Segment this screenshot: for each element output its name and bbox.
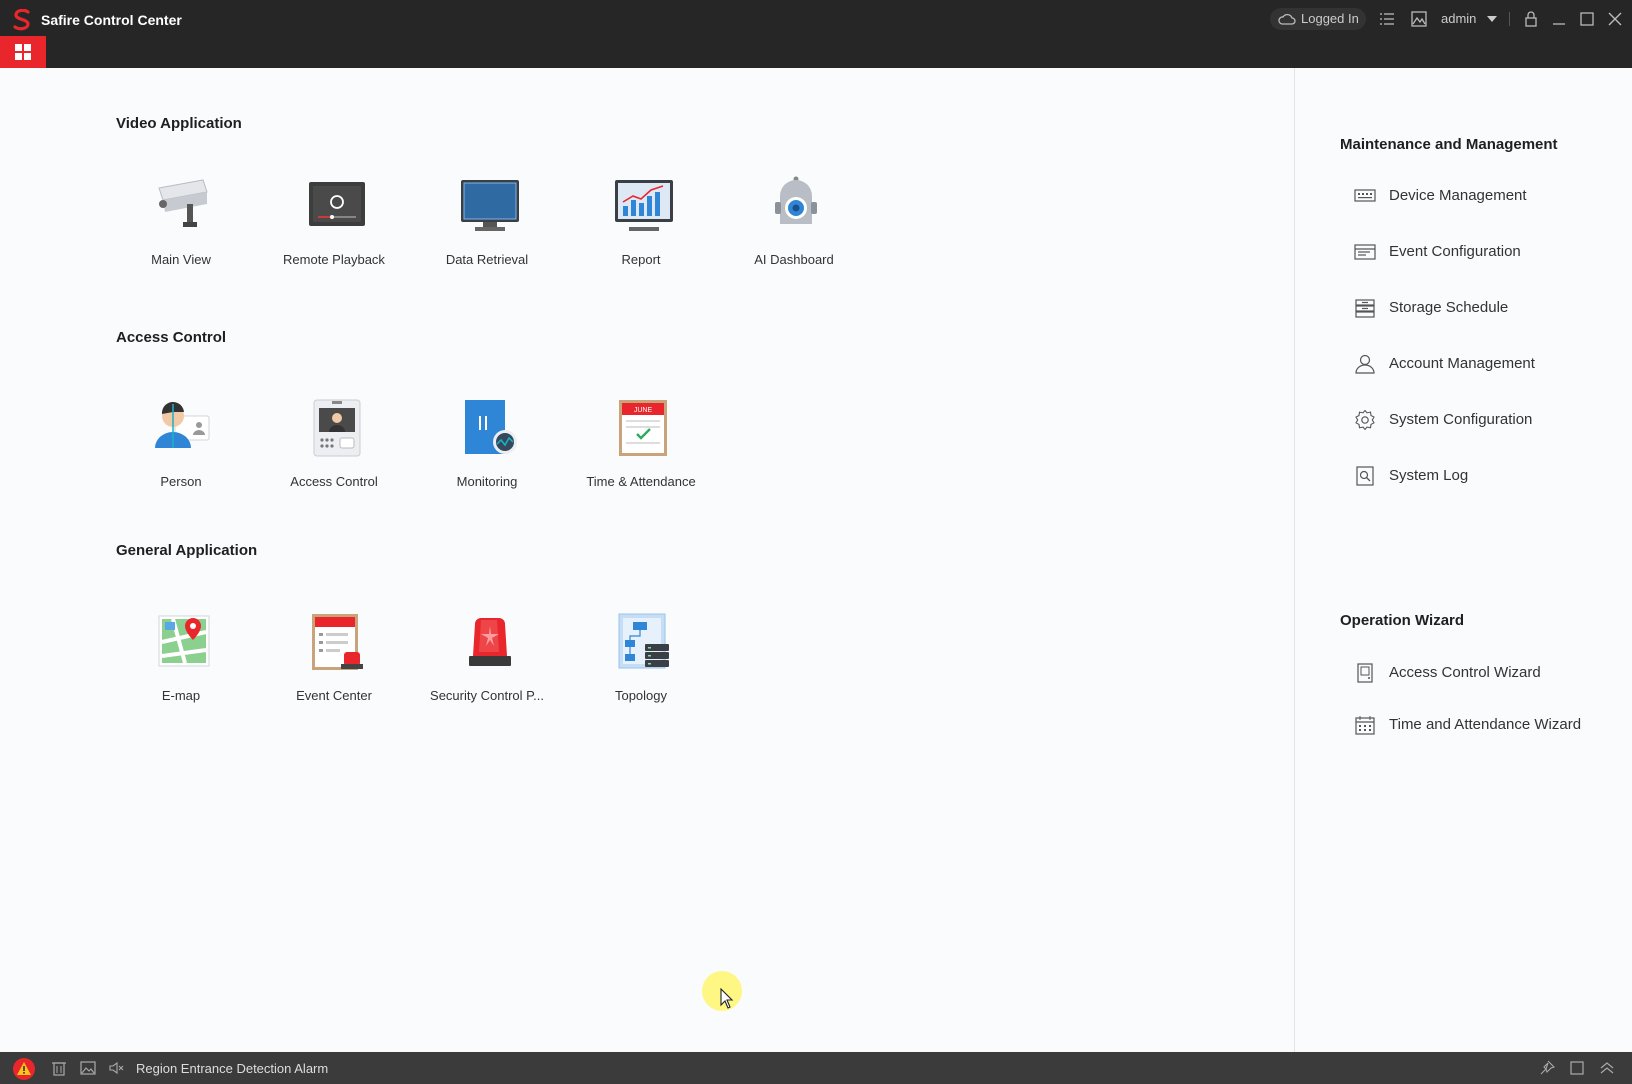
rp-event-configuration[interactable]: Event Configuration [1354,241,1624,263]
app-logo-icon [13,9,30,31]
mute-icon[interactable] [108,1060,126,1076]
section-title-video: Video Application [116,115,242,132]
calendar-icon: JUNE [619,400,667,456]
app-title: Safire Control Center [41,12,182,28]
person-icon [155,401,210,448]
tile-monitoring[interactable]: Monitoring [417,398,557,508]
rp-system-configuration[interactable]: System Configuration [1354,409,1624,431]
section-title-general: General Application [116,542,258,559]
section-title-access: Access Control [116,329,227,346]
tile-label: Person [160,474,202,489]
tile-report[interactable]: Report [571,176,711,286]
rp-access-control-wizard[interactable]: Access Control Wizard [1354,662,1624,684]
topology-icon [618,613,669,669]
tile-topology[interactable]: Topology [571,612,711,722]
rp-label: Device Management [1389,187,1527,204]
rp-label: Event Configuration [1389,243,1521,260]
mouse-cursor-icon [720,988,734,1009]
wizard-title: Operation Wizard [1340,612,1465,629]
tile-label: E-map [161,688,201,703]
tile-e-map[interactable]: E-map [111,612,251,722]
home-tab[interactable] [0,36,46,68]
grid-icon [15,44,31,60]
playback-icon [309,182,365,226]
minimize-icon[interactable] [1550,10,1568,28]
tile-time-attendance[interactable]: JUNE Time & Attendance [571,398,711,508]
rp-system-log[interactable]: System Log [1354,465,1624,487]
rp-label: Access Control Wizard [1389,664,1541,681]
tile-label: Topology [614,688,668,703]
alarm-siren-icon [469,618,511,666]
tile-event-center[interactable]: Event Center [264,612,404,722]
tile-label: Report [621,252,661,267]
storage-icon [1355,299,1375,318]
rp-device-management[interactable]: Device Management [1354,185,1624,207]
rp-time-attendance-wizard[interactable]: Time and Attendance Wizard [1354,714,1624,736]
tile-access-control[interactable]: Access Control [264,398,404,508]
device-icon [1354,189,1376,202]
monitor-icon [461,180,519,231]
rp-account-management[interactable]: Account Management [1354,353,1624,375]
image-icon[interactable] [79,1060,97,1076]
report-chart-icon [615,180,673,231]
door-icon [1357,663,1373,683]
event-list-icon [312,614,363,670]
cloud-icon [1278,13,1296,25]
gear-icon [1355,410,1375,430]
tile-label: Data Retrieval [445,252,529,267]
divider [1509,12,1510,26]
title-bar: Safire Control Center Logged In admin [0,0,1632,68]
tile-main-view[interactable]: Main View [111,176,251,286]
window-icon[interactable] [1568,1060,1586,1076]
tile-label: Access Control [290,474,378,489]
camera-icon [158,179,208,227]
pin-icon[interactable] [1538,1060,1556,1076]
rp-label: System Configuration [1389,411,1533,428]
tile-label: Security Control P... [430,688,544,703]
account-icon [1355,354,1375,374]
tile-security-control-panel[interactable]: Security Control P... [417,612,557,722]
tile-remote-playback[interactable]: Remote Playback [264,176,404,286]
rp-label: Account Management [1389,355,1535,372]
rp-label: System Log [1389,467,1469,484]
map-icon [158,615,210,667]
login-status[interactable]: Logged In [1270,8,1366,30]
tile-data-retrieval[interactable]: Data Retrieval [417,176,557,286]
login-status-text: Logged In [1301,11,1359,26]
tile-label: AI Dashboard [754,252,834,267]
user-menu[interactable]: admin [1441,11,1476,27]
tile-label: Main View [151,252,211,267]
maintenance-title: Maintenance and Management [1340,136,1558,153]
rp-label: Time and Attendance Wizard [1389,716,1582,733]
chevron-down-icon[interactable] [1487,16,1497,22]
trash-icon[interactable] [50,1060,68,1076]
calendar-month: JUNE [634,407,653,414]
main-area: Video Application Main View Remote Playb… [0,68,1294,1052]
robot-icon [775,176,817,224]
rp-storage-schedule[interactable]: Storage Schedule [1354,297,1624,319]
expand-up-icon[interactable] [1598,1060,1616,1076]
task-list-icon[interactable] [1378,10,1396,28]
tile-label: Monitoring [456,474,518,489]
alarm-message[interactable]: Region Entrance Detection Alarm [136,1061,328,1076]
intercom-icon [313,399,361,457]
tile-label: Time & Attendance [586,474,696,489]
tile-label: Event Center [296,688,372,703]
maximize-icon[interactable] [1578,10,1596,28]
picture-icon[interactable] [1410,10,1428,28]
close-icon[interactable] [1606,10,1624,28]
rp-label: Storage Schedule [1389,299,1509,316]
lock-icon[interactable] [1522,10,1540,28]
tile-label: Remote Playback [283,252,385,267]
status-bar: Region Entrance Detection Alarm [0,1052,1632,1084]
calendar-grid-icon [1355,716,1375,735]
event-config-icon [1354,244,1376,260]
door-monitor-icon [465,400,517,454]
alarm-warning-icon[interactable] [11,1057,37,1081]
tile-person[interactable]: Person [111,398,251,508]
tile-ai-dashboard[interactable]: AI Dashboard [724,176,864,286]
log-icon [1356,466,1374,486]
right-panel: Maintenance and Management Device Manage… [1294,68,1632,1052]
